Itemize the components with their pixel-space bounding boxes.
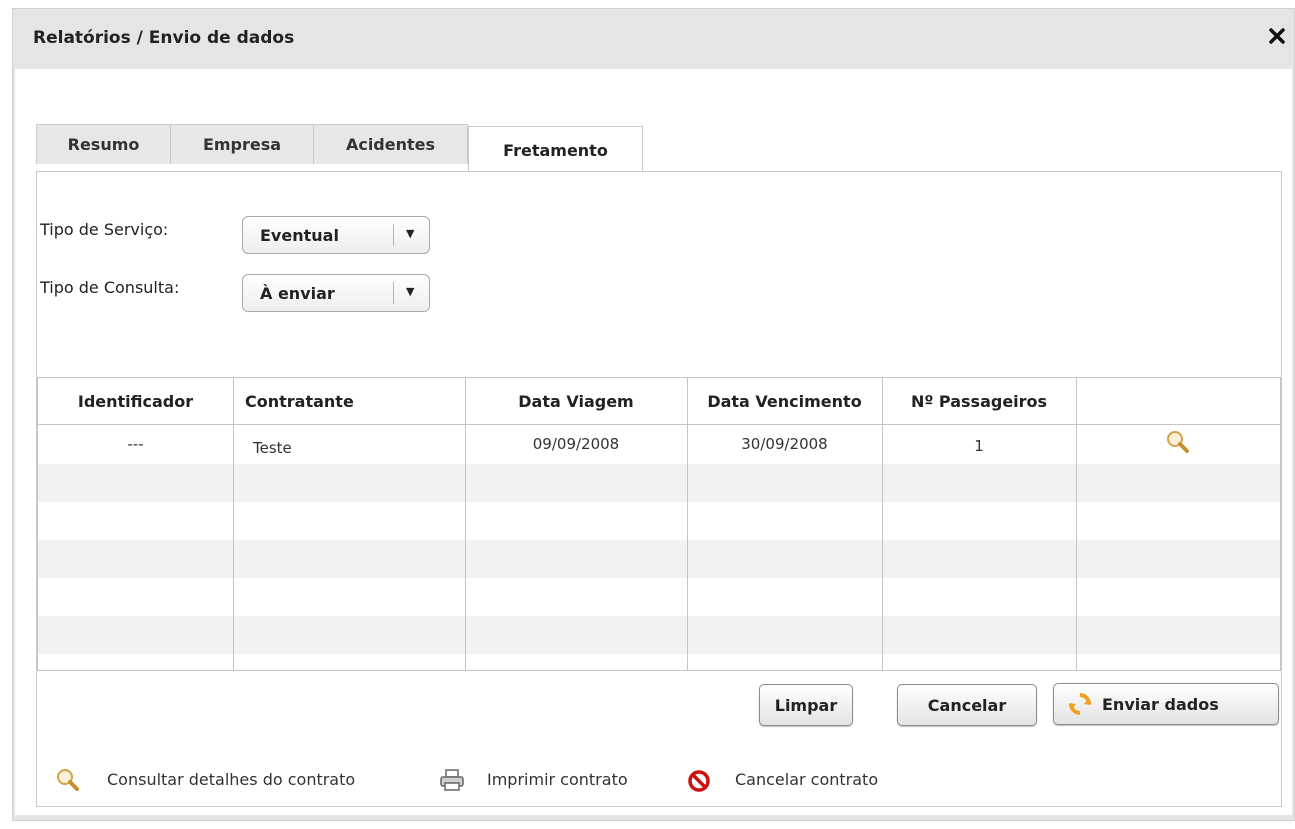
chevron-down-icon: ▼ [406, 285, 415, 298]
clear-button-label: Limpar [774, 695, 838, 715]
tab-fretamento[interactable]: Fretamento [468, 126, 643, 173]
query-type-value: À enviar [260, 284, 335, 303]
table-header: Identificador Contratante Data Viagem Da… [38, 378, 1280, 425]
cancel-button[interactable]: Cancelar [897, 684, 1037, 726]
refresh-icon [1069, 693, 1091, 715]
column-divider [882, 378, 883, 670]
tab-label: Acidentes [345, 135, 436, 154]
row-stripe [38, 616, 1280, 654]
dialog-window: Relatórios / Envio de dados Resumo Empre… [12, 8, 1295, 821]
send-data-button-label: Enviar dados [1102, 694, 1219, 714]
legend-print: Imprimir contrato [487, 770, 628, 789]
column-header-data-vencimento[interactable]: Data Vencimento [687, 378, 882, 425]
send-data-button[interactable]: Enviar dados [1053, 683, 1279, 725]
tab-empresa[interactable]: Empresa [170, 124, 314, 164]
column-divider [465, 378, 466, 670]
select-divider [393, 282, 394, 304]
service-type-label: Tipo de Serviço: [40, 220, 169, 239]
column-divider [233, 378, 234, 670]
tab-resumo[interactable]: Resumo [36, 124, 171, 164]
cell-data-viagem: 09/09/2008 [532, 435, 620, 453]
dialog-content: Resumo Empresa Acidentes Fretamento Tipo… [15, 69, 1292, 815]
query-type-label: Tipo de Consulta: [40, 278, 180, 297]
query-type-select[interactable]: À enviar ▼ [242, 274, 430, 312]
tab-acidentes[interactable]: Acidentes [313, 124, 468, 164]
view-details-button[interactable] [1076, 423, 1280, 461]
tab-label: Resumo [67, 135, 140, 154]
service-type-select[interactable]: Eventual ▼ [242, 216, 430, 254]
select-divider [393, 224, 394, 246]
legend-view-details: Consultar detalhes do contrato [107, 770, 356, 789]
row-stripe [38, 464, 1280, 502]
column-header-data-viagem[interactable]: Data Viagem [465, 378, 687, 425]
column-divider [687, 378, 688, 670]
fretamento-panel: Tipo de Serviço: Eventual ▼ Tipo de Cons… [36, 171, 1282, 807]
cell-data-vencimento: 30/09/2008 [741, 435, 828, 453]
row-stripe [38, 540, 1280, 578]
clear-button[interactable]: Limpar [759, 684, 853, 726]
cancel-button-label: Cancelar [927, 695, 1007, 715]
search-icon [55, 767, 81, 797]
cancel-icon [687, 769, 711, 797]
title-bar: Relatórios / Envio de dados [13, 9, 1294, 69]
printer-icon [439, 768, 465, 796]
tab-label: Fretamento [503, 140, 608, 160]
column-header-identificador[interactable]: Identificador [38, 378, 233, 425]
column-header-actions [1076, 378, 1280, 425]
cell-passageiros: 1 [974, 437, 984, 455]
column-header-contratante[interactable]: Contratante [233, 378, 465, 425]
close-button[interactable] [1268, 25, 1286, 49]
column-divider [1076, 378, 1077, 670]
dialog-title: Relatórios / Envio de dados [33, 28, 295, 48]
contracts-table: Identificador Contratante Data Viagem Da… [37, 377, 1281, 671]
close-icon [1269, 28, 1285, 44]
chevron-down-icon: ▼ [406, 227, 415, 240]
column-header-passageiros[interactable]: Nº Passageiros [882, 378, 1076, 425]
cell-identificador: --- [127, 435, 144, 453]
search-icon [1167, 431, 1189, 453]
legend-cancel-contract: Cancelar contrato [735, 770, 879, 789]
service-type-value: Eventual [260, 226, 339, 245]
cell-contratante: Teste [253, 439, 292, 457]
tab-label: Empresa [202, 135, 282, 154]
